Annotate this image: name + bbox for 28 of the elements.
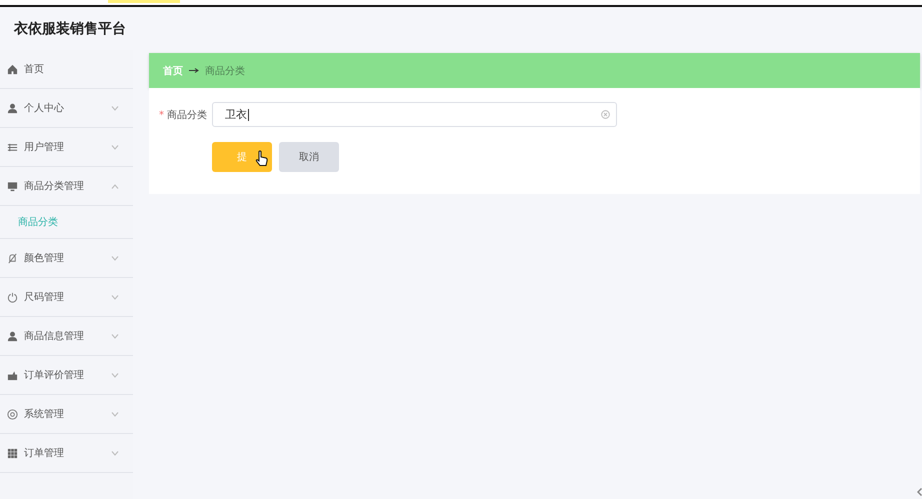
clear-icon[interactable] bbox=[601, 110, 610, 119]
sidebar-item[interactable]: 尺码管理 bbox=[0, 278, 133, 317]
arrow-icon bbox=[189, 68, 199, 73]
grid-icon bbox=[7, 448, 18, 458]
sidebar-item[interactable]: 颜色管理 bbox=[0, 239, 133, 278]
user-icon bbox=[7, 102, 18, 114]
sidebar-item[interactable]: 订单管理 bbox=[0, 434, 133, 473]
power-icon bbox=[7, 292, 18, 302]
sidebar-item[interactable]: 用户管理 bbox=[0, 128, 133, 167]
sidebar-item[interactable]: 首页 bbox=[0, 50, 133, 89]
chevron-left-icon[interactable] bbox=[917, 488, 922, 496]
cancel-button[interactable]: 取消 bbox=[279, 142, 339, 172]
sidebar-item[interactable]: 系统管理 bbox=[0, 395, 133, 434]
sidebar-item[interactable]: 商品信息管理 bbox=[0, 317, 133, 356]
monitor-icon bbox=[7, 180, 18, 192]
aperture-icon bbox=[7, 408, 18, 420]
sidebar-item[interactable]: 个人中心 bbox=[0, 89, 133, 128]
input-field[interactable]: 卫衣 bbox=[212, 102, 617, 127]
hand-cursor-icon bbox=[255, 150, 268, 167]
highlight-bar bbox=[108, 0, 180, 3]
sidebar-item[interactable]: 商品分类管理 bbox=[0, 167, 133, 206]
sidebar-item[interactable]: 订单评价管理 bbox=[0, 356, 133, 395]
bell-off-icon bbox=[7, 252, 18, 264]
app-title: 衣依服装销售平台 bbox=[14, 20, 126, 38]
field-label: * 商品分类 bbox=[159, 108, 208, 122]
list-icon bbox=[7, 142, 18, 152]
user-icon bbox=[7, 330, 18, 342]
home-icon bbox=[7, 64, 18, 74]
